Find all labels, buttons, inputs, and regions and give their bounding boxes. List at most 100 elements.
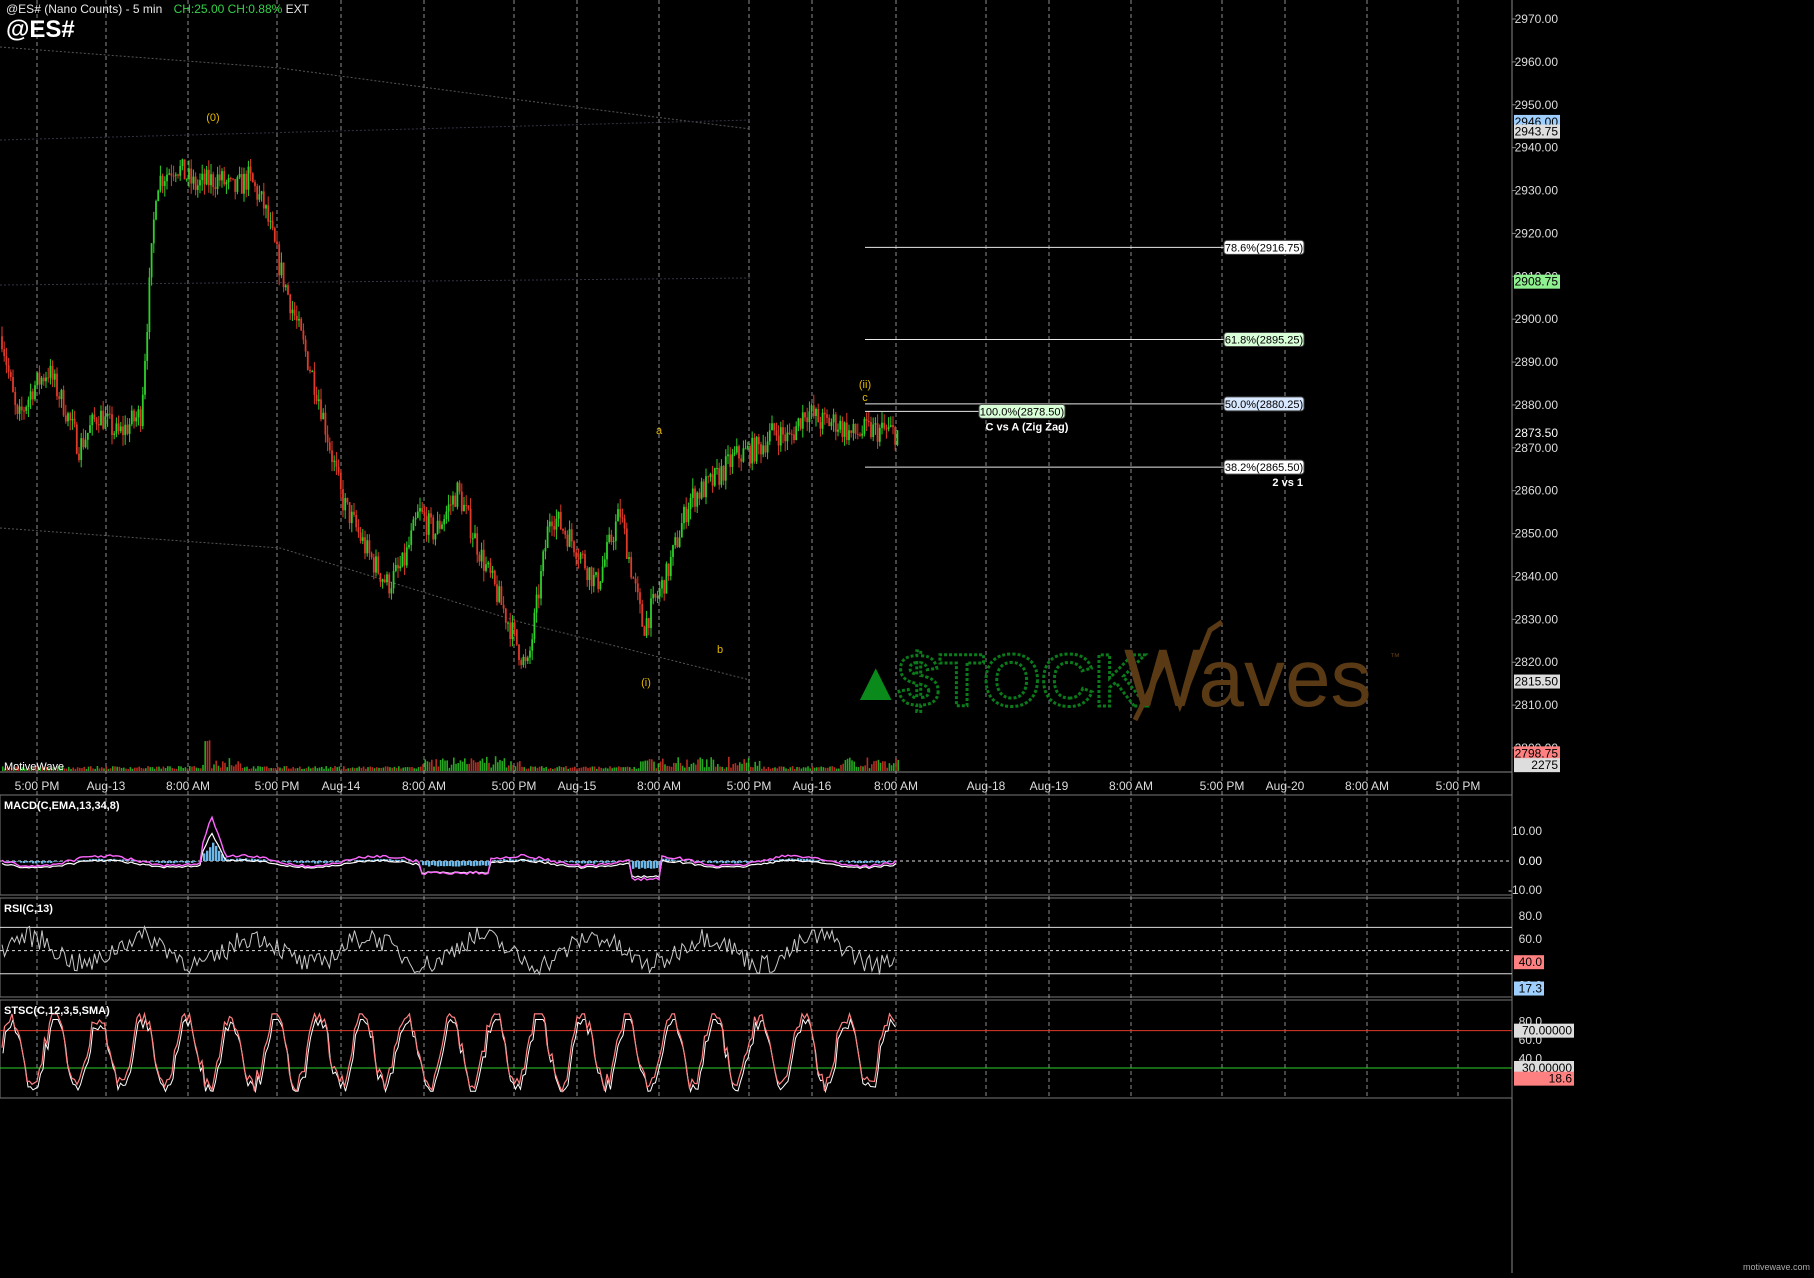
candle-body [536,595,538,613]
candle-body [716,468,718,469]
volume-bar [138,767,140,771]
macd-hist-bar [173,861,175,863]
volume-bar [515,766,517,771]
candle-body [287,285,289,294]
macd-hist-bar [314,861,316,864]
candle-body [336,461,338,467]
price-tick-label: 2960.00 [1515,55,1559,69]
macd-hist-bar [317,861,319,864]
candle-body [278,244,280,275]
macd-hist-bar [26,861,28,862]
candle-body [461,492,463,512]
volume-bar [765,769,767,771]
volume-bar [708,767,710,771]
volume-bar [596,769,598,771]
candle-body [39,372,41,384]
volume-bar [684,768,686,771]
macd-hist-bar [326,861,328,863]
volume-bar [160,769,162,771]
candle-body [349,502,351,523]
candle-body [355,515,357,527]
macd-hist-bar [158,861,160,863]
volume-bar [889,763,891,771]
volume-bar [380,768,382,771]
candle-body [490,563,492,573]
macd-hist-bar [209,847,211,861]
volume-bar [721,767,723,771]
volume-bar [196,768,198,771]
candle-body [527,658,529,661]
volume-bar [286,766,288,771]
candle-body [397,565,399,568]
time-axis-label: Aug-19 [1030,779,1069,793]
candle-body [67,413,69,421]
macd-hist-bar [509,858,511,861]
candle-body [373,557,375,572]
candle-body [560,512,562,529]
macd-hist-bar [656,861,658,868]
volume-bar [858,767,860,771]
volume-bar [644,761,646,771]
candle-body [102,411,104,429]
stoch-value-label: 70.00000 [1522,1024,1572,1038]
watermark-triangle: ▲ [849,652,902,712]
macd-hist-bar [653,861,655,868]
macd-hist-bar [575,861,577,863]
candle-body [327,435,329,443]
candle-body [674,537,676,545]
macd-hist-bar [32,861,34,863]
candle-body [672,545,674,557]
volume-bar [180,766,182,771]
macd-hist-bar [50,861,52,863]
wave-label: c [862,392,868,404]
candle-body [393,571,395,588]
macd-hist-bar [14,861,16,862]
chart-window: 78.6%(2916.75)61.8%(2895.25)50.0%(2880.2… [0,0,1814,1273]
volume-bar [831,766,833,771]
price-chart[interactable]: 78.6%(2916.75)61.8%(2895.25)50.0%(2880.2… [0,0,1814,1273]
volume-bar [840,765,842,771]
volume-bar [391,768,393,771]
candle-body [529,651,531,658]
volume-bar [158,767,160,771]
volume-bar [776,768,778,771]
candle-body [859,435,861,436]
candle-body [175,175,177,176]
volume-bar [759,761,761,771]
volume-bar [433,767,435,771]
volume-bar [339,767,341,771]
volume-bar [834,767,836,771]
candle-body [210,174,212,185]
candle-body [415,518,417,520]
volume-bar [807,766,809,771]
candle-body [831,422,833,426]
candle-body [65,415,67,421]
candle-body [219,174,221,180]
macd-hist-bar [719,861,721,862]
time-axis-label: Aug-14 [322,779,361,793]
candle-body [624,518,626,528]
macd-hist-bar [887,861,889,862]
macd-hist-bar [587,861,589,864]
volume-bar [79,768,81,771]
candle-body [435,534,437,540]
candle-body [479,555,481,562]
volume-bar [548,769,550,771]
time-axis-label: 5:00 PM [1200,779,1245,793]
volume-bar [715,767,717,771]
volume-bar [653,762,655,771]
stoch-value-label: 18.6 [1549,1072,1573,1086]
macd-hist-bar [53,861,55,862]
candle-body [129,424,131,434]
volume-bar [710,757,712,771]
candle-body [153,220,155,244]
candle-body [793,435,795,440]
macd-hist-bar [476,861,478,866]
macd-hist-bar [299,861,301,863]
macd-hist-bar [164,861,166,863]
volume-bar [420,767,422,771]
price-tag-label: 2815.50 [1515,675,1559,689]
volume-bar [446,760,448,771]
candle-body [320,399,322,419]
macd-hist-bar [23,861,25,863]
